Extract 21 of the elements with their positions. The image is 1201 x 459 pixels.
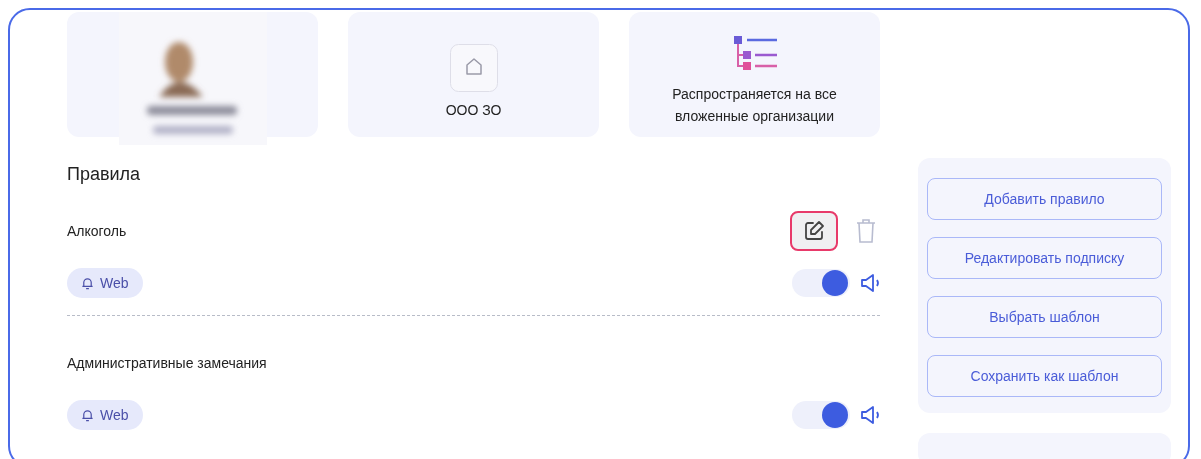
bell-icon (81, 276, 94, 290)
toggle-switch[interactable] (792, 401, 850, 429)
house-icon (449, 44, 498, 92)
org-name: ООО ЗО (445, 101, 502, 120)
action-button[interactable]: Редактировать подписку (927, 237, 1162, 279)
rule-name: Административные замечания (67, 353, 267, 373)
action-button[interactable]: Добавить правило (927, 178, 1162, 220)
speaker-icon (860, 272, 882, 294)
edit-icon (802, 219, 826, 243)
trash-icon (855, 218, 877, 244)
speaker-icon (860, 404, 882, 426)
scope-label: Распространяется на все вложенные организации (671, 84, 838, 126)
channel-tag: Web (67, 400, 143, 430)
edit-button[interactable] (790, 211, 838, 251)
rule-name: Алкоголь (67, 221, 127, 241)
section-title: Правила (67, 163, 142, 186)
action-button[interactable]: Выбрать шаблон (927, 296, 1162, 338)
action-button[interactable]: Сохранить как шаблон (927, 355, 1162, 397)
toggle-switch[interactable] (792, 269, 850, 297)
channel-tag: Web (67, 268, 143, 298)
bell-icon (81, 408, 94, 422)
